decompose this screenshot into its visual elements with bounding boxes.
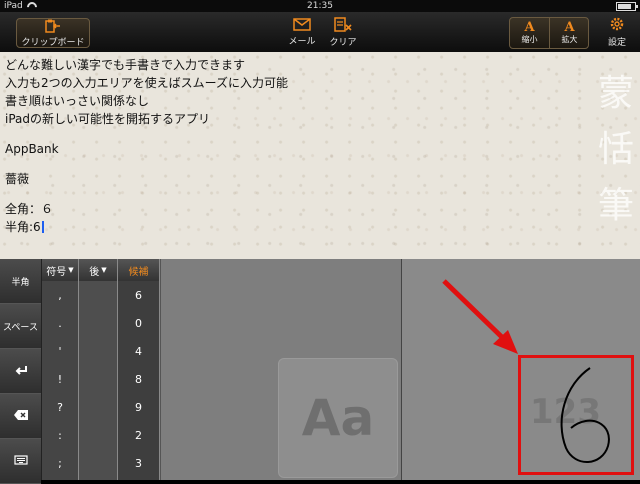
highlight-box bbox=[518, 355, 634, 475]
